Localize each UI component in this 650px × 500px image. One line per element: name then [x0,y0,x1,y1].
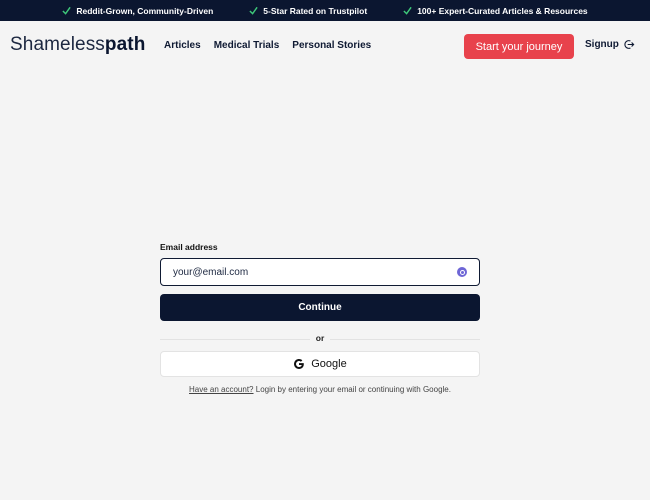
announcement-text: 100+ Expert-Curated Articles & Resources [417,5,588,16]
nav-medical-trials[interactable]: Medical Trials [214,40,280,51]
start-journey-button[interactable]: Start your journey [464,34,574,59]
announcement-text: Reddit-Grown, Community-Driven [76,5,214,16]
login-hint-text: Login by entering your email or continui… [253,385,451,394]
logo-bold-text: path [104,34,146,55]
check-icon [403,6,412,15]
google-label: Google [311,358,347,370]
nav-articles[interactable]: Articles [164,40,201,51]
site-header: Shamelesspath Articles Medical Trials Pe… [0,21,650,71]
logo-light-text: Shameless [10,34,105,55]
signup-link[interactable]: Signup [585,39,635,50]
have-account-link[interactable]: Have an account? [189,385,254,394]
or-text: or [310,333,330,343]
login-hint: Have an account? Login by entering your … [160,385,480,394]
signup-label: Signup [585,39,619,50]
announcement-item: 5-Star Rated on Trustpilot [249,6,367,16]
main-nav: Articles Medical Trials Personal Stories [164,40,371,51]
email-input[interactable] [171,265,435,279]
google-signin-button[interactable]: Google [160,351,480,377]
or-divider: or [160,333,480,345]
login-icon [624,40,635,49]
signup-form: Email address Continue or Google Have an… [160,242,480,394]
email-field[interactable] [160,258,480,286]
check-icon [62,6,72,15]
announcement-bar: Reddit-Grown, Community-Driven 5-Star Ra… [0,0,650,21]
email-label: Email address [160,242,218,252]
announcement-item: Reddit-Grown, Community-Driven [62,6,213,16]
announcement-text: 5-Star Rated on Trustpilot [263,5,368,16]
google-icon [294,359,305,369]
continue-button[interactable]: Continue [160,294,480,321]
password-manager-icon[interactable] [457,267,467,277]
site-logo[interactable]: Shamelesspath [10,34,145,56]
announcement-item: 100+ Expert-Curated Articles & Resources [403,5,588,16]
check-icon [249,6,258,15]
nav-personal-stories[interactable]: Personal Stories [292,40,371,51]
